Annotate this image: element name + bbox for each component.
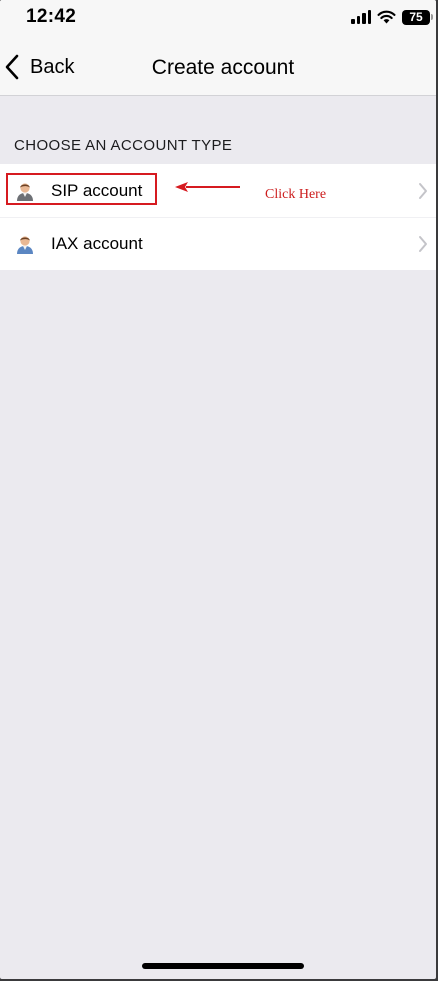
annotation-click-here: Click Here: [265, 187, 327, 202]
wifi-icon: [377, 10, 396, 24]
status-bar: 12:42 75: [0, 0, 436, 36]
battery-icon: 75: [402, 9, 433, 25]
annotation-arrow-icon: [175, 182, 240, 192]
home-indicator[interactable]: [142, 963, 304, 969]
navigation-bar: Back Create account: [0, 36, 436, 96]
page-title: Create account: [151, 56, 295, 79]
section-header: CHOOSE AN ACCOUNT TYPE: [14, 137, 233, 154]
status-icons: 75: [351, 9, 433, 25]
user-icon: [17, 235, 33, 254]
annotation-highlight-box: [6, 173, 157, 205]
chevron-right-icon: [419, 182, 427, 199]
chevron-right-icon: [419, 235, 427, 252]
cellular-signal-icon: [351, 10, 371, 24]
status-time: 12:42: [26, 6, 77, 27]
iax-account-label: IAX account: [51, 233, 143, 253]
phone-screen: 12:42 75 Back Create account CHOOSE AN A…: [0, 0, 436, 979]
iax-account-row[interactable]: IAX account: [0, 217, 436, 270]
